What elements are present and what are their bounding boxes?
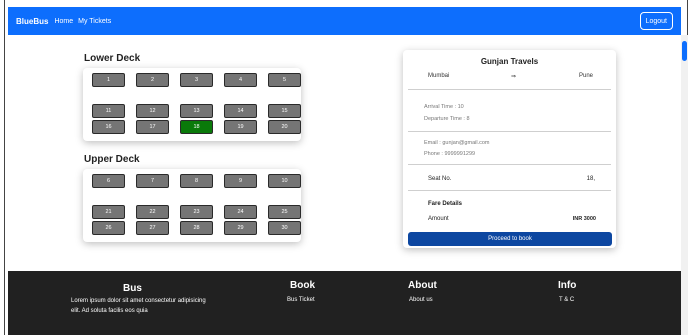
- operator-name: Gunjan Travels: [480, 57, 539, 66]
- lower-deck-seat-11[interactable]: 11: [92, 104, 125, 118]
- nav-my-tickets-link[interactable]: My Tickets: [78, 18, 111, 25]
- lower-deck-seat-18[interactable]: 18: [180, 120, 213, 134]
- footer-about-title: About: [408, 280, 437, 291]
- upper-deck-panel: 6 7 8 9 10 21 22 23 24 25 26 27 28 29 30: [83, 169, 301, 242]
- footer-bus-title: Bus: [123, 283, 142, 294]
- upper-deck-seat-8[interactable]: 8: [180, 174, 213, 188]
- upper-deck-seat-10[interactable]: 10: [268, 174, 301, 188]
- lower-deck-seat-15[interactable]: 15: [268, 104, 301, 118]
- divider: [408, 164, 611, 165]
- upper-deck-seat-24[interactable]: 24: [224, 205, 257, 219]
- lower-deck-panel: 1 2 3 4 5 11 12 13 14 15 16 17 18 19 20: [83, 68, 301, 141]
- lower-deck-seat-14[interactable]: 14: [224, 104, 257, 118]
- footer-about-us-link[interactable]: About us: [409, 297, 433, 303]
- lower-deck-seat-13[interactable]: 13: [180, 104, 213, 118]
- divider: [408, 190, 611, 191]
- brand-logo[interactable]: BlueBus: [16, 17, 48, 26]
- footer-tc-link[interactable]: T & C: [559, 297, 574, 303]
- upper-deck-seat-30[interactable]: 30: [268, 221, 301, 235]
- lower-deck-seat-4[interactable]: 4: [224, 73, 257, 87]
- booking-card: Gunjan Travels Mumbai ⇒ Pune Arrival Tim…: [403, 50, 616, 248]
- seat-no-value: 18,: [586, 176, 595, 182]
- logout-button[interactable]: Logout: [639, 12, 673, 30]
- footer-bus-ticket-link[interactable]: Bus Ticket: [287, 297, 315, 303]
- upper-deck-title: Upper Deck: [84, 154, 140, 165]
- footer-bus-text: Lorem ipsum dolor sit amet consectetur a…: [71, 298, 206, 314]
- upper-deck-seat-29[interactable]: 29: [224, 221, 257, 235]
- arrival-time: Arrival Time : 10: [424, 104, 464, 110]
- lower-deck-seat-5[interactable]: 5: [268, 73, 301, 87]
- navbar: BlueBus Home My Tickets Logout: [8, 7, 681, 35]
- upper-deck-seat-21[interactable]: 21: [92, 205, 125, 219]
- route-from: Mumbai: [428, 73, 450, 79]
- lower-deck-seat-2[interactable]: 2: [136, 73, 169, 87]
- scrollbar-thumb[interactable]: [682, 41, 687, 61]
- footer-book-title: Book: [290, 280, 315, 291]
- amount-label: Amount: [428, 216, 449, 222]
- lower-deck-seat-19[interactable]: 19: [224, 120, 257, 134]
- lower-deck-seat-17[interactable]: 17: [136, 120, 169, 134]
- divider: [408, 131, 611, 132]
- upper-deck-seat-27[interactable]: 27: [136, 221, 169, 235]
- route-arrow-icon: ⇒: [511, 74, 517, 80]
- lower-deck-seat-12[interactable]: 12: [136, 104, 169, 118]
- upper-deck-seat-23[interactable]: 23: [180, 205, 213, 219]
- departure-time: Departure Time : 8: [424, 116, 470, 122]
- upper-deck-seat-22[interactable]: 22: [136, 205, 169, 219]
- footer-info-title: Info: [558, 280, 577, 291]
- operator-phone: Phone : 9999991299: [424, 151, 476, 157]
- lower-deck-seat-1[interactable]: 1: [92, 73, 125, 87]
- upper-deck-seat-26[interactable]: 26: [92, 221, 125, 235]
- proceed-to-book-button[interactable]: Proceed to book: [408, 232, 612, 246]
- operator-email: Email : gunjan@gmail.com: [424, 140, 490, 146]
- amount-value: INR 3000: [572, 216, 596, 222]
- upper-deck-seat-25[interactable]: 25: [268, 205, 301, 219]
- seat-no-label: Seat No.: [428, 176, 452, 182]
- nav-home-link[interactable]: Home: [54, 18, 73, 25]
- page-scrollbar[interactable]: [681, 35, 688, 335]
- lower-deck-seat-20[interactable]: 20: [268, 120, 301, 134]
- upper-deck-seat-7[interactable]: 7: [136, 174, 169, 188]
- lower-deck-seat-16[interactable]: 16: [92, 120, 125, 134]
- upper-deck-seat-6[interactable]: 6: [92, 174, 125, 188]
- divider: [408, 89, 611, 90]
- upper-deck-seat-9[interactable]: 9: [224, 174, 257, 188]
- lower-deck-seat-3[interactable]: 3: [180, 73, 213, 87]
- route-to: Pune: [579, 73, 594, 79]
- upper-deck-seat-28[interactable]: 28: [180, 221, 213, 235]
- footer: Bus Lorem ipsum dolor sit amet consectet…: [8, 271, 681, 335]
- fare-details-title: Fare Details: [428, 201, 463, 207]
- lower-deck-title: Lower Deck: [84, 53, 141, 64]
